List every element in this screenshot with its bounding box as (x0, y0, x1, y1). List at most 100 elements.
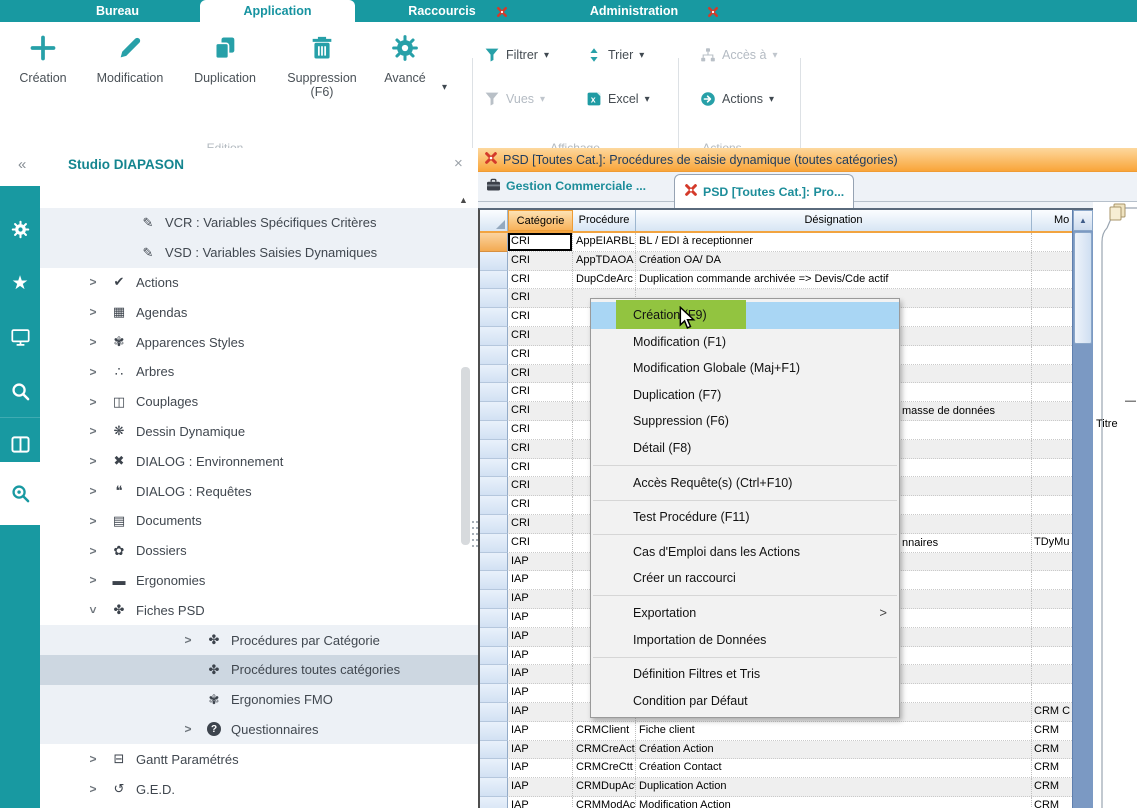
close-icon[interactable]: × (454, 155, 463, 172)
cell-categorie[interactable]: IAP (508, 609, 573, 627)
tab-gestion-commerciale[interactable]: Gestion Commerciale ... (486, 178, 646, 194)
tree-item-gantt-parametres[interactable]: >⊟Gantt Paramétrés (40, 744, 478, 774)
cell-mo[interactable]: CRM (1032, 741, 1072, 759)
modification-button[interactable]: Modification (84, 34, 176, 112)
chevron-down-icon[interactable]: ▾ (639, 50, 644, 61)
chevron-right-icon[interactable]: > (175, 633, 201, 647)
chevrons-left-icon[interactable]: « (18, 156, 26, 173)
cell-procedure[interactable]: CRMModAct (573, 797, 636, 808)
column-header-designation[interactable]: Désignation (636, 210, 1032, 231)
tree-item-vsd-variables-saisies-dynamiques[interactable]: ✎VSD : Variables Saisies Dynamiques (40, 238, 478, 268)
chevron-right-icon[interactable]: > (80, 573, 106, 587)
menu-item-detail-f8[interactable]: Détail (F8) (591, 435, 899, 462)
cell-categorie[interactable]: IAP (508, 590, 573, 608)
cell-designation[interactable]: BL / EDI à receptionner (636, 233, 1032, 251)
scroll-up-button[interactable]: ▲ (1073, 210, 1093, 231)
menu-item-modification-f1[interactable]: Modification (F1) (591, 329, 899, 356)
cell-mo[interactable]: TDyMu (1032, 534, 1072, 552)
row-selector[interactable] (480, 496, 508, 515)
cell-categorie[interactable]: CRI (508, 365, 573, 383)
filtrer-button[interactable]: Filtrer ▾ (484, 44, 549, 66)
monitor-icon[interactable] (0, 312, 40, 362)
chevron-down-icon[interactable]: ▾ (540, 94, 545, 105)
cell-mo[interactable] (1032, 252, 1072, 270)
menu-item-creer-un-raccourci[interactable]: Créer un raccourci (591, 565, 899, 592)
cell-categorie[interactable]: CRI (508, 515, 573, 533)
cell-categorie[interactable]: IAP (508, 665, 573, 683)
cell-mo[interactable]: CRM (1032, 778, 1072, 796)
cell-mo[interactable] (1032, 233, 1072, 251)
actions-button[interactable]: Actions ▾ (700, 88, 774, 110)
table-row[interactable]: IAPCRMCreActCréation ActionCRM (480, 741, 1072, 760)
vertical-scrollbar[interactable]: ▲ (1072, 210, 1093, 808)
menu-item-modification-globale-maj-f1[interactable]: Modification Globale (Maj+F1) (591, 355, 899, 382)
tree-item-ergonomies-fmo[interactable]: ✾Ergonomies FMO (40, 685, 478, 715)
cell-categorie[interactable]: IAP (508, 684, 573, 702)
cell-categorie[interactable]: CRI (508, 496, 573, 514)
duplication-button[interactable]: Duplication (180, 34, 270, 112)
cell-categorie[interactable]: CRI (508, 346, 573, 364)
cell-categorie[interactable]: CRI (508, 534, 573, 552)
tree-item-dessin-dynamique[interactable]: >❋Dessin Dynamique (40, 417, 478, 447)
cell-categorie[interactable]: CRI (508, 252, 573, 270)
chevron-down-icon[interactable]: ▾ (769, 94, 774, 105)
column-header-mo[interactable]: Mo (1032, 210, 1072, 231)
cell-procedure[interactable]: DupCdeArc (573, 271, 636, 289)
row-selector[interactable] (480, 459, 508, 478)
row-selector[interactable] (480, 421, 508, 440)
scrollbar-thumb[interactable] (1074, 232, 1092, 344)
tree-item-arbres[interactable]: >∴Arbres (40, 357, 478, 387)
row-selector[interactable] (480, 741, 508, 760)
tree-scrollbar-thumb[interactable] (461, 367, 470, 545)
row-selector[interactable] (480, 534, 508, 553)
row-selector[interactable] (480, 628, 508, 647)
chevron-down-icon[interactable]: ▾ (772, 50, 777, 61)
row-selector[interactable] (480, 289, 508, 308)
tree-item-fiches-psd[interactable]: >✤Fiches PSD (40, 595, 478, 625)
cell-categorie[interactable]: CRI (508, 440, 573, 458)
row-selector[interactable] (480, 778, 508, 797)
cell-mo[interactable] (1032, 647, 1072, 665)
row-selector[interactable] (480, 797, 508, 808)
cell-mo[interactable] (1032, 496, 1072, 514)
splitter-grip[interactable] (472, 521, 474, 523)
cell-categorie[interactable]: IAP (508, 778, 573, 796)
cell-mo[interactable] (1032, 365, 1072, 383)
row-selector[interactable] (480, 327, 508, 346)
chevron-right-icon[interactable]: > (80, 454, 106, 468)
table-row[interactable]: IAPCRMModActModification ActionCRM (480, 797, 1072, 808)
cell-mo[interactable] (1032, 459, 1072, 477)
table-row[interactable]: IAPCRMClientFiche clientCRM (480, 722, 1072, 741)
cell-categorie[interactable]: IAP (508, 722, 573, 740)
star-icon[interactable]: ★ (0, 258, 40, 308)
row-selector[interactable] (480, 346, 508, 365)
chevron-right-icon[interactable]: > (80, 484, 106, 498)
cell-mo[interactable] (1032, 553, 1072, 571)
cell-procedure[interactable]: AppTDAOA (573, 252, 636, 270)
cell-designation[interactable]: Création Contact (636, 759, 1032, 777)
cell-categorie[interactable]: CRI (508, 402, 573, 420)
chevron-right-icon[interactable]: > (80, 424, 106, 438)
vues-button[interactable]: Vues ▾ (484, 88, 545, 110)
cell-categorie[interactable]: CRI (508, 421, 573, 439)
cell-categorie[interactable]: IAP (508, 571, 573, 589)
cell-procedure[interactable]: CRMClient (573, 722, 636, 740)
cell-categorie[interactable]: IAP (508, 797, 573, 808)
cell-designation[interactable]: Duplication commande archivée => Devis/C… (636, 271, 1032, 289)
cell-procedure[interactable]: CRMCreCtt (573, 759, 636, 777)
cell-mo[interactable] (1032, 308, 1072, 326)
cell-mo[interactable] (1032, 383, 1072, 401)
row-selector[interactable] (480, 665, 508, 684)
row-selector[interactable] (480, 647, 508, 666)
cell-mo[interactable] (1032, 628, 1072, 646)
tree-item-agendas[interactable]: >▦Agendas (40, 297, 478, 327)
map-search-icon[interactable] (0, 462, 40, 525)
menu-item-exportation[interactable]: Exportation> (591, 600, 899, 627)
chevron-right-icon[interactable]: > (80, 365, 106, 379)
row-selector[interactable] (480, 722, 508, 741)
tree-item-vcr-variables-specifiques-criteres[interactable]: ✎VCR : Variables Spécifiques Critères (40, 208, 478, 238)
tree-item-dossiers[interactable]: >✿Dossiers (40, 536, 478, 566)
cell-mo[interactable] (1032, 327, 1072, 345)
column-header-procedure[interactable]: Procédure (573, 210, 636, 231)
cell-procedure[interactable]: AppEIARBL (573, 233, 636, 251)
